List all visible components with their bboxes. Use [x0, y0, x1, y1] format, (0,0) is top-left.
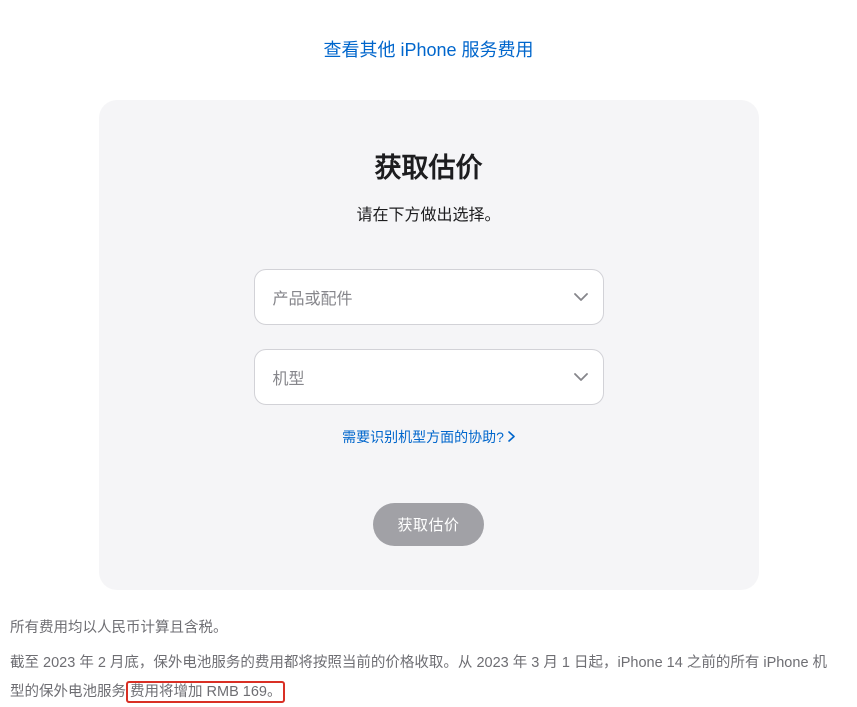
model-select[interactable]: 机型: [254, 349, 604, 405]
footer-notes: 所有费用均以人民币计算且含税。 截至 2023 年 2 月底，保外电池服务的费用…: [10, 614, 840, 707]
identify-model-help-link[interactable]: 需要识别机型方面的协助?: [342, 427, 515, 447]
get-estimate-button[interactable]: 获取估价: [373, 503, 483, 546]
card-subtitle: 请在下方做出选择。: [147, 201, 711, 225]
estimate-card: 获取估价 请在下方做出选择。 产品或配件 机型 需要识别机型方面的协助? 获取估…: [99, 100, 759, 590]
price-increase-highlight: 费用将增加 RMB 169。: [126, 681, 285, 703]
footer-note-2: 截至 2023 年 2 月底，保外电池服务的费用都将按照当前的价格收取。从 20…: [10, 649, 840, 707]
product-select[interactable]: 产品或配件: [254, 269, 604, 325]
footer-note-1: 所有费用均以人民币计算且含税。: [10, 614, 840, 643]
help-link-row: 需要识别机型方面的协助?: [147, 429, 711, 503]
help-link-label: 需要识别机型方面的协助?: [342, 427, 504, 447]
top-link-container: 查看其他 iPhone 服务费用: [0, 0, 857, 90]
card-title: 获取估价: [147, 146, 711, 185]
product-select-wrap: 产品或配件: [254, 269, 604, 325]
model-select-placeholder: 机型: [273, 365, 305, 389]
chevron-right-icon: [508, 429, 515, 445]
other-services-link[interactable]: 查看其他 iPhone 服务费用: [323, 40, 533, 60]
model-select-wrap: 机型: [254, 349, 604, 405]
product-select-placeholder: 产品或配件: [273, 285, 353, 309]
